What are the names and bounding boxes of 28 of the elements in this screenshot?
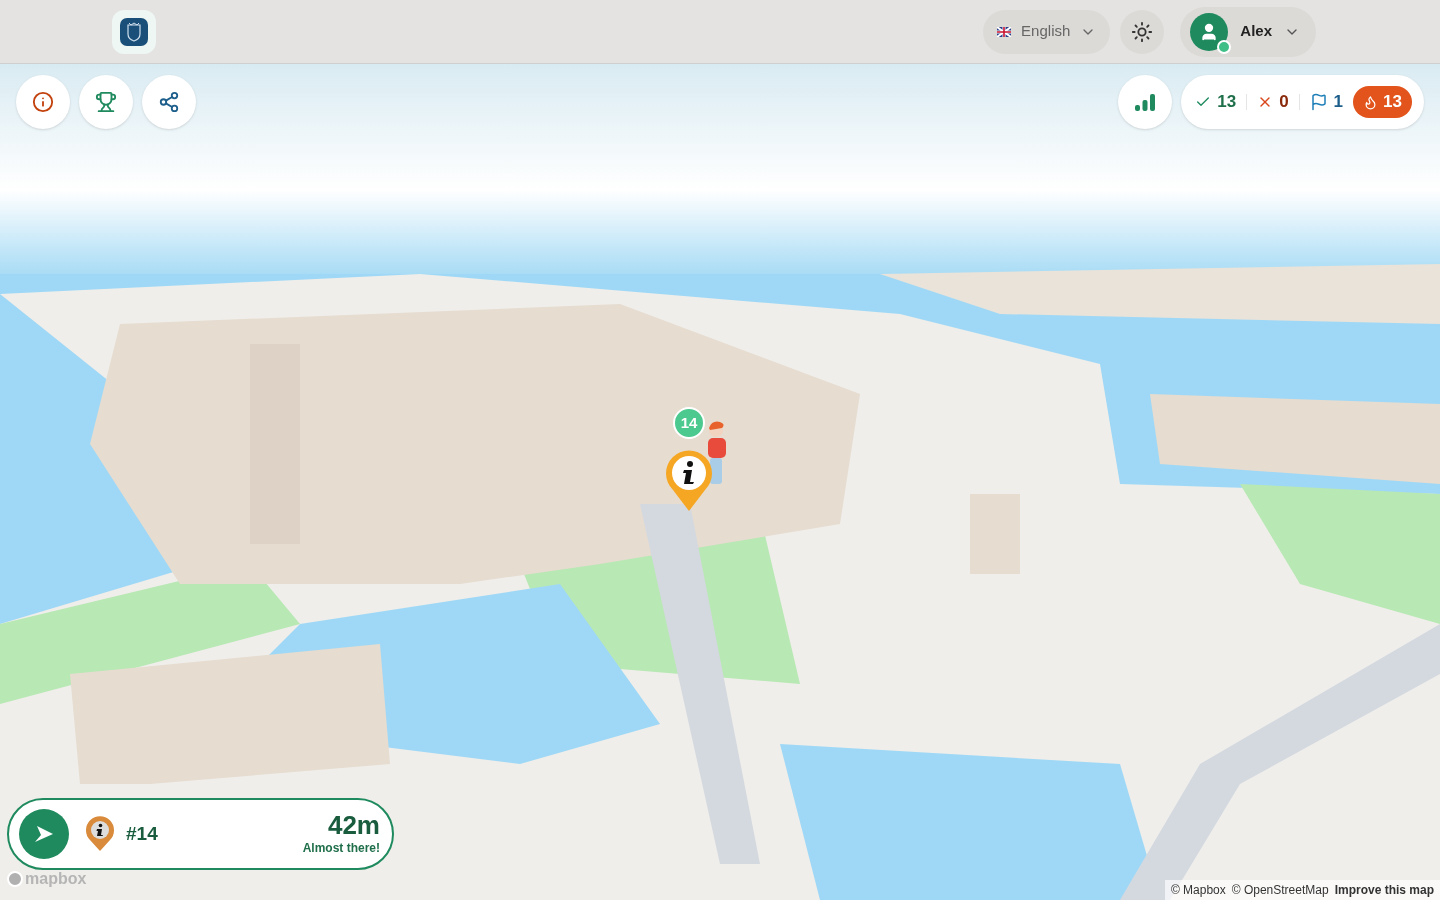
info-icon (32, 91, 54, 113)
flag-icon (1309, 93, 1328, 111)
flag-count: 1 (1333, 91, 1344, 114)
wrong-count: 0 (1279, 91, 1289, 114)
navigation-arrow-icon (34, 825, 54, 843)
crest-icon (119, 16, 149, 47)
info-pin-icon (664, 448, 714, 512)
user-menu[interactable]: Alex (1180, 6, 1316, 57)
status-message: Almost there! (302, 840, 380, 857)
attribution-link[interactable]: © Mapbox (1170, 881, 1226, 899)
marker-number: 14 (680, 412, 698, 433)
bar-chart-icon (1134, 92, 1157, 112)
navigate-button[interactable] (19, 809, 69, 859)
target-label: #14 (126, 821, 158, 846)
flag-icon (997, 26, 1012, 37)
distance: 42m (327, 811, 380, 839)
info-pin-icon (85, 816, 115, 852)
attribution-link[interactable]: © OpenStreetMap (1231, 881, 1329, 899)
mapbox-logo: mapbox (25, 869, 87, 889)
attribution-link[interactable]: Improve this map (1334, 881, 1434, 899)
language-selector[interactable]: English (983, 9, 1111, 54)
app-logo[interactable] (112, 9, 156, 54)
correct-count: 13 (1217, 91, 1237, 114)
user-name: Alex (1240, 21, 1272, 42)
streak-count: 13 (1383, 91, 1402, 114)
trophy-icon (95, 91, 117, 113)
sun-icon (1131, 20, 1154, 43)
share-icon (158, 91, 180, 113)
